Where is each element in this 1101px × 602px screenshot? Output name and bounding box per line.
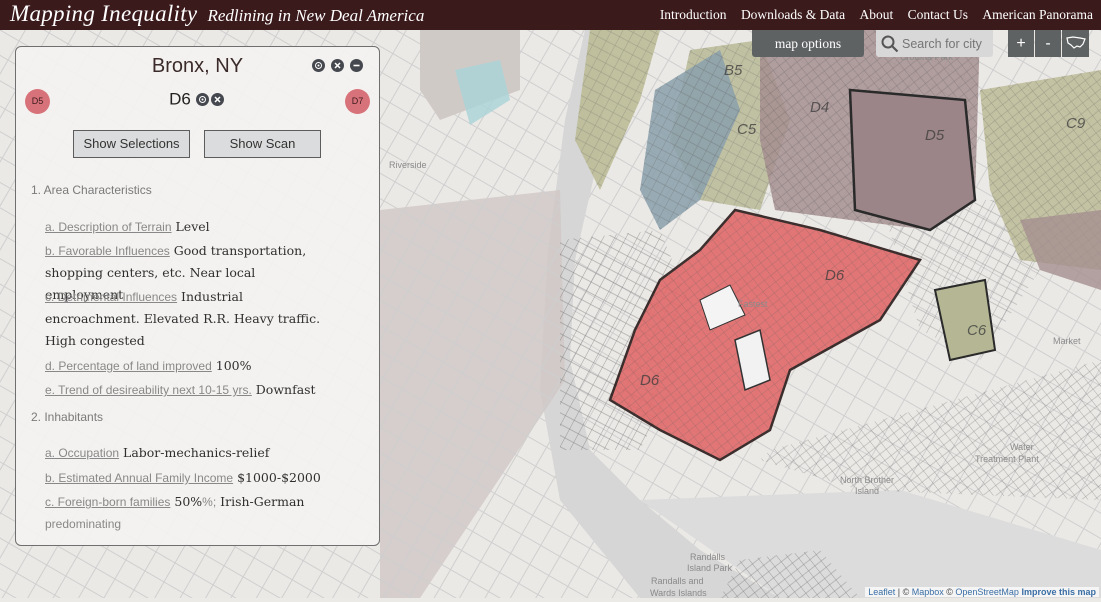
area-id: D6	[169, 89, 191, 109]
foreign-born-label[interactable]: c. Foreign-born families	[45, 495, 170, 509]
occupation-row: a. Occupation Labor-mechanics-relief	[45, 442, 335, 464]
terrain-row: a. Description of Terrain Level	[45, 216, 335, 238]
site-subtitle: Redlining in New Deal America	[207, 6, 425, 25]
foreign-born-row: c. Foreign-born families 50%%; Irish-Ger…	[45, 491, 335, 535]
leaflet-link[interactable]: Leaflet	[868, 587, 895, 597]
area-description-panel: Bronx, NY D5 D7 D6 Show Selections Show …	[15, 46, 380, 546]
map-label-randalls-park-2: Island Park	[687, 563, 733, 573]
nav-about[interactable]: About	[860, 7, 894, 22]
map-label-randalls-park-1: Randalls	[690, 552, 726, 562]
foreign-born-value: 50%	[174, 494, 203, 509]
area-label-c6: C6	[967, 322, 987, 339]
main-nav: Introduction Downloads & Data About Cont…	[649, 7, 1093, 23]
nav-introduction[interactable]: Introduction	[660, 7, 727, 22]
section-inhabitants: 2. Inhabitants	[31, 410, 104, 424]
show-selections-button[interactable]: Show Selections	[73, 130, 190, 158]
detrimental-row: c. Detrimental Influences Industrial enc…	[45, 286, 335, 352]
locate-area-icon[interactable]	[195, 93, 209, 106]
map-label-fastest: Fastest	[738, 299, 768, 309]
show-scan-button[interactable]: Show Scan	[204, 130, 321, 158]
trend-value: Downfast	[255, 382, 316, 397]
trend-label[interactable]: e. Trend of desireability next 10-15 yrs…	[45, 383, 252, 397]
income-row: b. Estimated Annual Family Income $1000-…	[45, 467, 335, 489]
terrain-label[interactable]: a. Description of Terrain	[45, 220, 172, 234]
land-improved-value: 100%	[215, 358, 252, 373]
attribution-sep-2: ©	[943, 587, 956, 597]
top-navigation-bar: Mapping Inequality Redlining in New Deal…	[0, 0, 1101, 30]
map-label-randalls-wards-1: Randalls and	[651, 576, 704, 586]
foreign-born-pct: %;	[202, 495, 217, 509]
area-label-d4: D4	[810, 99, 829, 116]
collapse-panel-icon[interactable]	[350, 59, 363, 72]
panel-controls	[312, 59, 369, 78]
map-label-market: Market	[1053, 336, 1081, 346]
foreign-born-predominating: predominating	[45, 517, 122, 531]
section-area-characteristics: 1. Area Characteristics	[31, 183, 152, 197]
area-label-b5: B5	[724, 62, 743, 79]
terrain-value: Level	[175, 219, 210, 234]
map-options-button[interactable]: map options	[752, 30, 864, 57]
income-value: $1000-$2000	[237, 470, 321, 485]
openstreetmap-link[interactable]: OpenStreetMap	[955, 587, 1019, 597]
us-map-icon	[1065, 36, 1086, 49]
map-label-riverside: Riverside	[389, 160, 427, 170]
nav-contact-us[interactable]: Contact Us	[908, 7, 968, 22]
site-title[interactable]: Mapping Inequality	[10, 1, 197, 26]
area-label-d5: D5	[925, 127, 945, 144]
area-id-row: D6	[16, 89, 379, 110]
zoom-out-button[interactable]: -	[1035, 30, 1061, 57]
area-label-c9: C9	[1066, 115, 1086, 132]
improve-map-link[interactable]: Improve this map	[1021, 587, 1096, 597]
mapbox-link[interactable]: Mapbox	[912, 587, 944, 597]
area-label-c5: C5	[737, 121, 757, 138]
map-attribution: Leaflet | © Mapbox © OpenStreetMap Impro…	[865, 587, 1099, 597]
map-label-water-2: Treatment Plant	[975, 454, 1039, 464]
detrimental-label[interactable]: c. Detrimental Influences	[45, 290, 177, 304]
foreign-born-nationality: Irish-German	[220, 494, 305, 509]
occupation-value: Labor-mechanics-relief	[123, 445, 270, 460]
map-label-north-brother-1: North Brother	[840, 475, 894, 485]
close-area-icon[interactable]	[210, 93, 224, 106]
occupation-label[interactable]: a. Occupation	[45, 446, 119, 460]
nav-downloads-data[interactable]: Downloads & Data	[741, 7, 845, 22]
city-search-input[interactable]	[902, 35, 988, 52]
map-label-water-1: Water	[1010, 442, 1034, 452]
attribution-sep-1: | ©	[895, 587, 912, 597]
area-label-d6: D6	[825, 267, 845, 284]
income-label[interactable]: b. Estimated Annual Family Income	[45, 471, 233, 485]
nav-american-panorama[interactable]: American Panorama	[982, 7, 1093, 22]
zoom-in-button[interactable]: +	[1008, 30, 1034, 57]
us-map-button[interactable]	[1062, 30, 1089, 57]
locate-city-icon[interactable]	[312, 59, 325, 72]
site-brand[interactable]: Mapping Inequality Redlining in New Deal…	[10, 1, 424, 27]
area-label-d6-secondary: D6	[640, 372, 660, 389]
close-city-icon[interactable]	[331, 59, 344, 72]
city-search-box[interactable]	[876, 30, 993, 57]
map-label-randalls-wards-2: Wards Islands	[650, 588, 707, 598]
trend-row: e. Trend of desireability next 10-15 yrs…	[45, 379, 335, 401]
search-icon	[881, 35, 899, 53]
map-label-north-brother-2: Island	[855, 486, 879, 496]
land-improved-row: d. Percentage of land improved 100%	[45, 355, 335, 377]
land-improved-label[interactable]: d. Percentage of land improved	[45, 359, 212, 373]
favorable-label[interactable]: b. Favorable Influences	[45, 244, 170, 258]
